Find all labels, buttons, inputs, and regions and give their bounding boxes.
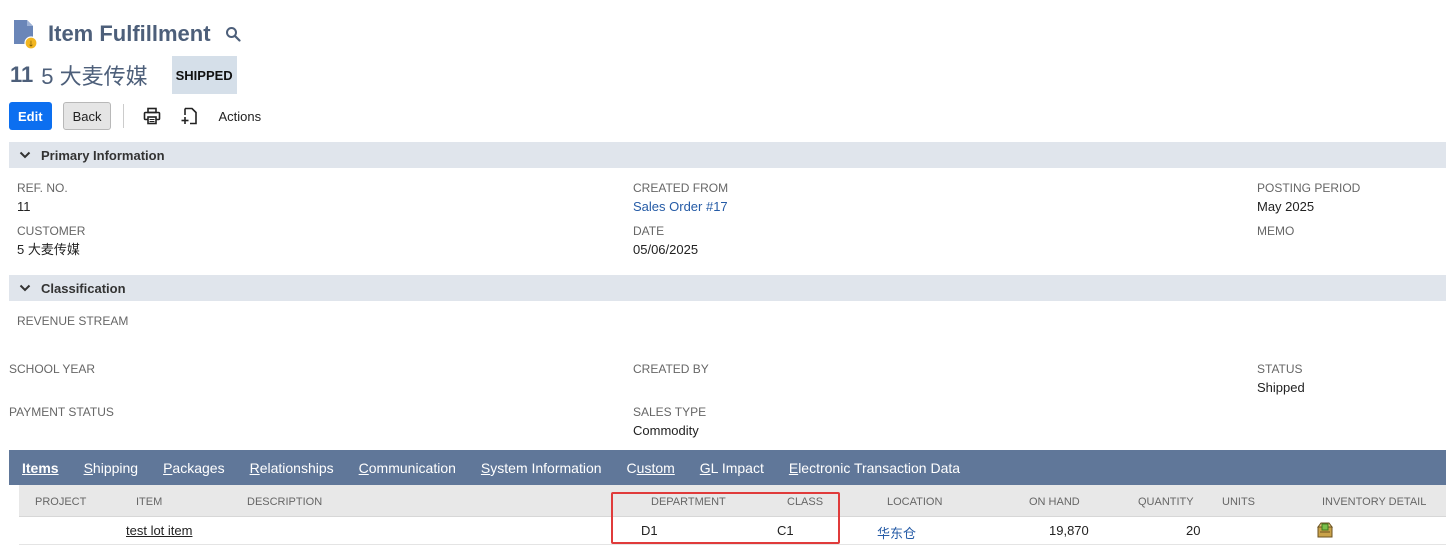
column-header-location[interactable]: LOCATION: [887, 496, 942, 508]
item-link[interactable]: test lot item: [126, 523, 192, 538]
page-header: ↓ Item Fulfillment: [12, 18, 241, 50]
field-value: 5 大麦传媒: [17, 242, 80, 257]
tab-communication[interactable]: Communication: [359, 460, 456, 476]
field-label: SALES TYPE: [633, 405, 707, 419]
column-header-project[interactable]: PROJECT: [35, 496, 86, 508]
tab-packages[interactable]: Packages: [163, 460, 225, 476]
field-memo: MEMO: [1257, 224, 1294, 238]
field-label: REVENUE STREAM: [17, 314, 129, 328]
toolbar: Edit Back Actions: [9, 102, 261, 130]
chevron-down-icon: [19, 284, 31, 292]
column-header-inventory-detail[interactable]: INVENTORY DETAIL: [1322, 496, 1426, 508]
section-title: Primary Information: [41, 147, 165, 163]
new-document-icon[interactable]: [180, 106, 200, 126]
record-name: 5 大麦传媒: [41, 64, 148, 89]
field-payment-status: PAYMENT STATUS: [9, 405, 114, 419]
column-header-description[interactable]: DESCRIPTION: [247, 496, 322, 508]
tab-gl-impact[interactable]: GL Impact: [700, 460, 764, 476]
field-value: Commodity: [633, 423, 699, 438]
tab-relationships[interactable]: Relationships: [250, 460, 334, 476]
column-header-on-hand[interactable]: ON HAND: [1029, 496, 1080, 508]
back-button[interactable]: Back: [62, 102, 112, 130]
field-label: PAYMENT STATUS: [9, 405, 114, 419]
field-created-by: CREATED BY: [633, 362, 709, 376]
field-posting-period: POSTING PERIOD May 2025: [1257, 181, 1360, 216]
field-sales-type: SALES TYPE Commodity: [633, 405, 706, 440]
edit-button[interactable]: Edit: [9, 102, 52, 130]
status-badge: SHIPPED: [171, 56, 237, 94]
field-value: 05/06/2025: [633, 242, 699, 257]
tab-electronic-transaction-data[interactable]: Electronic Transaction Data: [789, 460, 960, 476]
highlight-annotation: [611, 492, 840, 544]
field-label: CREATED FROM: [633, 181, 729, 195]
field-status: STATUS Shipped: [1257, 362, 1305, 397]
cell-quantity: 20: [1186, 523, 1201, 538]
field-revenue-stream: REVENUE STREAM: [17, 314, 128, 328]
column-header-quantity[interactable]: QUANTITY: [1138, 496, 1194, 508]
page-title: Item Fulfillment: [48, 21, 211, 46]
svg-text:↓: ↓: [28, 40, 35, 49]
section-primary-information[interactable]: Primary Information: [9, 142, 1446, 168]
field-label: CREATED BY: [633, 362, 709, 376]
toolbar-divider: [123, 104, 125, 128]
field-label: DATE: [633, 224, 665, 238]
tab-items[interactable]: Items: [22, 460, 59, 476]
tab-custom[interactable]: Custom: [627, 460, 675, 476]
item-fulfillment-icon: ↓: [12, 19, 38, 50]
field-label: CUSTOMER: [17, 224, 86, 238]
subtab-bar: Items Shipping Packages Relationships Co…: [9, 450, 1446, 485]
record-number: 11: [10, 62, 34, 87]
field-label: SCHOOL YEAR: [9, 362, 96, 376]
inventory-detail-icon[interactable]: [1316, 521, 1334, 542]
field-date: DATE 05/06/2025: [633, 224, 698, 259]
field-school-year: SCHOOL YEAR: [9, 362, 95, 376]
column-header-units[interactable]: UNITS: [1222, 496, 1255, 508]
field-ref-no: REF. NO. 11: [17, 181, 68, 216]
field-label: POSTING PERIOD: [1257, 181, 1361, 195]
field-label: MEMO: [1257, 224, 1295, 238]
section-title: Classification: [41, 280, 126, 296]
tab-system-information[interactable]: System Information: [481, 460, 602, 476]
actions-menu[interactable]: Actions: [218, 109, 261, 124]
search-icon[interactable]: [225, 26, 241, 42]
field-created-from: CREATED FROM Sales Order #17: [633, 181, 728, 216]
record-identity: 11 5 大麦传媒 SHIPPED: [10, 56, 237, 94]
field-label: STATUS: [1257, 362, 1303, 376]
field-value: 11: [17, 199, 31, 214]
chevron-down-icon: [19, 151, 31, 159]
print-icon[interactable]: [142, 106, 162, 126]
cell-on-hand: 19,870: [1049, 523, 1089, 538]
field-value: Shipped: [1257, 380, 1305, 395]
field-value: May 2025: [1257, 199, 1315, 214]
column-header-item[interactable]: ITEM: [136, 496, 162, 508]
created-from-link[interactable]: Sales Order #17: [633, 198, 728, 216]
location-link[interactable]: 华东仓: [877, 523, 916, 542]
tab-shipping[interactable]: Shipping: [84, 460, 139, 476]
field-label: REF. NO.: [17, 181, 68, 195]
section-classification[interactable]: Classification: [9, 275, 1446, 301]
field-customer: CUSTOMER 5 大麦传媒: [17, 224, 85, 259]
